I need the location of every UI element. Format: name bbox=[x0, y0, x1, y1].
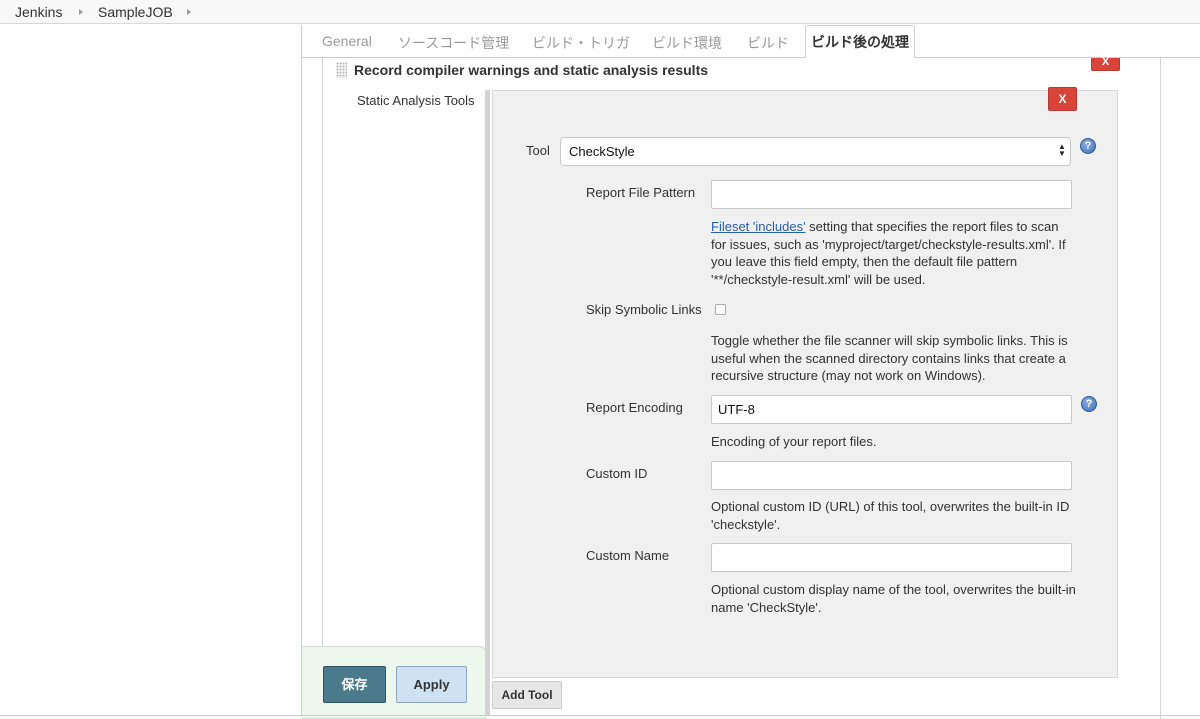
custom-id-label: Custom ID bbox=[586, 466, 648, 481]
divider bbox=[301, 25, 302, 715]
nested-indicator-bar bbox=[485, 90, 490, 715]
delete-tool-button[interactable]: X bbox=[1048, 87, 1077, 111]
tab-general[interactable]: General bbox=[322, 33, 372, 49]
skip-symlinks-description: Toggle whether the file scanner will ski… bbox=[711, 333, 1068, 383]
drag-handle-icon[interactable] bbox=[336, 62, 347, 78]
report-encoding-label: Report Encoding bbox=[586, 400, 683, 415]
static-analysis-tools-label: Static Analysis Tools bbox=[357, 93, 475, 108]
chevron-right-icon[interactable] bbox=[187, 9, 191, 15]
chevron-right-icon bbox=[79, 9, 83, 15]
custom-name-input[interactable] bbox=[711, 543, 1072, 572]
delete-section-button[interactable]: X bbox=[1091, 57, 1120, 71]
help-icon[interactable]: ? bbox=[1080, 138, 1096, 154]
help-icon[interactable]: ? bbox=[1081, 396, 1097, 412]
fileset-includes-link[interactable]: Fileset 'includes' bbox=[711, 219, 806, 234]
custom-id-input[interactable] bbox=[711, 461, 1072, 490]
add-tool-button[interactable]: Add Tool bbox=[492, 681, 562, 709]
custom-id-description: Optional custom ID (URL) of this tool, o… bbox=[711, 499, 1070, 532]
report-file-pattern-label: Report File Pattern bbox=[586, 185, 696, 200]
skip-symlinks-checkbox[interactable] bbox=[715, 304, 726, 315]
breadcrumb: Jenkins SampleJOB bbox=[0, 0, 1200, 24]
tab-post-build[interactable]: ビルド後の処理 bbox=[805, 25, 915, 58]
report-file-pattern-description: Fileset 'includes' setting that specifie… bbox=[711, 218, 1076, 288]
tab-build[interactable]: ビルド bbox=[747, 33, 789, 53]
tool-label: Tool bbox=[526, 143, 550, 158]
breadcrumb-item-job[interactable]: SampleJOB bbox=[98, 4, 173, 20]
custom-name-label: Custom Name bbox=[586, 548, 670, 563]
tab-build-environment[interactable]: ビルド環境 bbox=[652, 33, 722, 53]
section-title: Record compiler warnings and static anal… bbox=[354, 62, 709, 78]
save-button[interactable]: 保存 bbox=[323, 666, 386, 703]
breadcrumb-item-jenkins[interactable]: Jenkins bbox=[15, 4, 62, 20]
report-encoding-input[interactable]: UTF-8 bbox=[711, 395, 1072, 424]
tab-scm[interactable]: ソースコード管理 bbox=[398, 33, 509, 53]
report-file-pattern-input[interactable] bbox=[711, 180, 1072, 209]
custom-name-description: Optional custom display name of the tool… bbox=[711, 582, 1076, 615]
side-panel bbox=[0, 25, 302, 715]
skip-symlinks-label: Skip Symbolic Links bbox=[586, 302, 702, 317]
tool-select[interactable]: CheckStyle bbox=[560, 137, 1071, 166]
report-encoding-description: Encoding of your report files. bbox=[711, 434, 877, 449]
apply-button[interactable]: Apply bbox=[396, 666, 467, 703]
select-arrows-icon: ▲ ▼ bbox=[1058, 142, 1066, 158]
divider bbox=[0, 715, 1200, 716]
tab-build-triggers[interactable]: ビルド・トリガ bbox=[532, 33, 630, 53]
